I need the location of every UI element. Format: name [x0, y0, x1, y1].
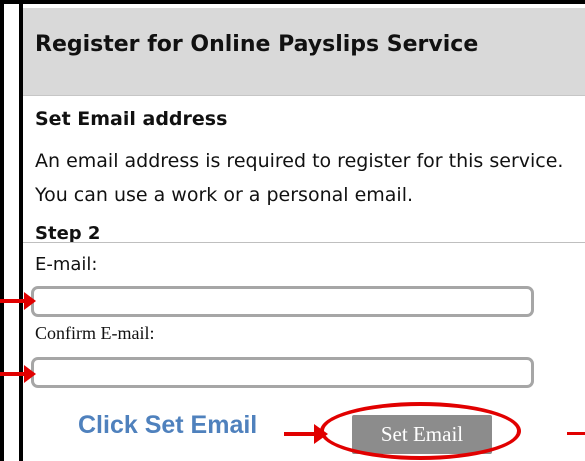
confirm-pointer-arrow-icon: [0, 365, 36, 383]
section-title: Set Email address: [35, 108, 228, 130]
page-title: Register for Online Payslips Service: [35, 32, 479, 57]
set-email-button[interactable]: Set Email: [352, 415, 492, 454]
button-pointer-arrow-icon: [284, 424, 328, 444]
email-field[interactable]: [31, 286, 534, 317]
left-border: [0, 0, 4, 461]
email-pointer-arrow-icon: [0, 292, 36, 310]
step-label: Step 2: [35, 223, 101, 244]
confirm-email-field[interactable]: [31, 357, 534, 388]
right-pointer-dash: [567, 432, 585, 435]
email-label: E-mail:: [35, 254, 98, 275]
instruction-text: Click Set Email: [78, 411, 258, 439]
section-description: An email address is required to register…: [35, 150, 564, 206]
step-divider: [23, 242, 585, 243]
confirm-email-label: Confirm E-mail:: [35, 323, 155, 343]
